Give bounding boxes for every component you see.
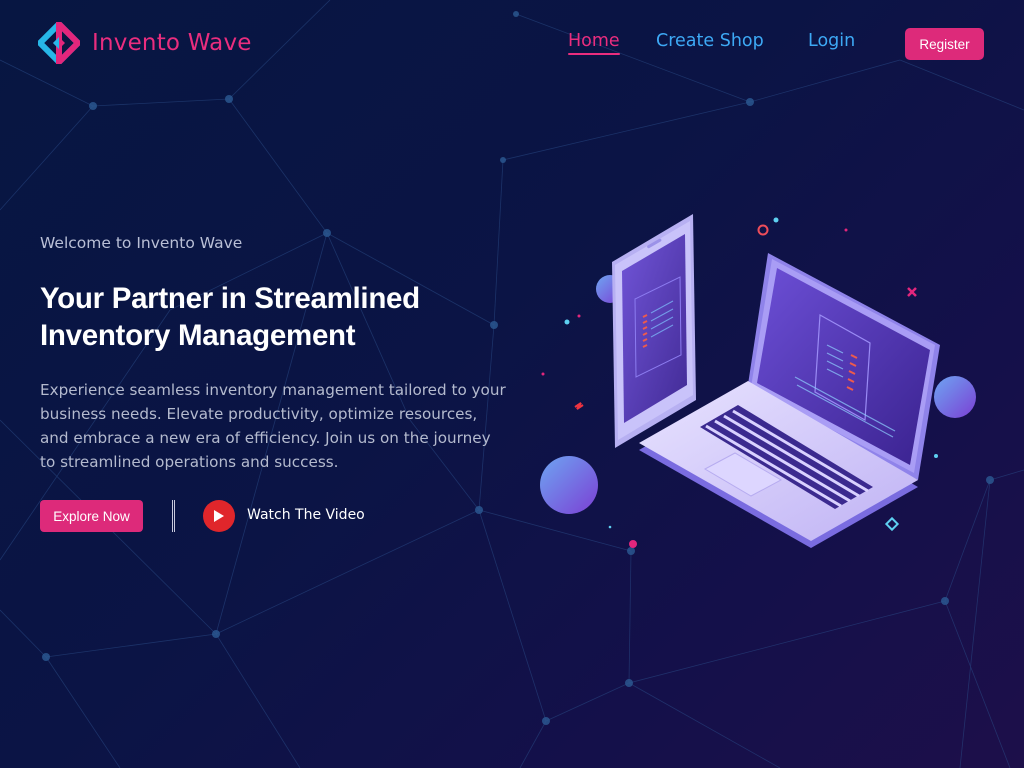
site-header: Invento Wave Home Create Shop Login Regi…: [0, 0, 1024, 88]
watch-video-link[interactable]: Watch The Video: [247, 507, 365, 523]
nav-login-link[interactable]: Login: [808, 31, 855, 51]
nav-home-link[interactable]: Home: [568, 31, 620, 55]
play-icon: [214, 510, 224, 522]
diamond-logo-icon: [38, 22, 80, 64]
play-video-button[interactable]: [203, 500, 235, 532]
hero-title-line-2: Inventory Management: [40, 319, 356, 352]
divider: [172, 500, 175, 532]
hero-section: Welcome to Invento Wave Your Partner in …: [40, 234, 510, 474]
hero-actions: Explore Now Watch The Video: [40, 500, 400, 532]
welcome-text: Welcome to Invento Wave: [40, 234, 243, 252]
register-button[interactable]: Register: [905, 28, 984, 60]
hero-description: Experience seamless inventory management…: [40, 381, 506, 471]
hero-title-line-1: Your Partner in Streamlined: [40, 282, 420, 315]
orb-right: [934, 376, 976, 418]
brand-name: Invento Wave: [92, 30, 252, 56]
nav-create-shop-link[interactable]: Create Shop: [656, 31, 764, 51]
orb-large: [540, 456, 598, 514]
explore-now-button[interactable]: Explore Now: [40, 500, 143, 532]
hero-title: Your Partner in Streamlined Inventory Ma…: [40, 280, 510, 354]
phone-device: [612, 214, 696, 448]
laptop-phone-illustration: [540, 214, 976, 548]
brand-logo[interactable]: Invento Wave: [38, 22, 252, 64]
